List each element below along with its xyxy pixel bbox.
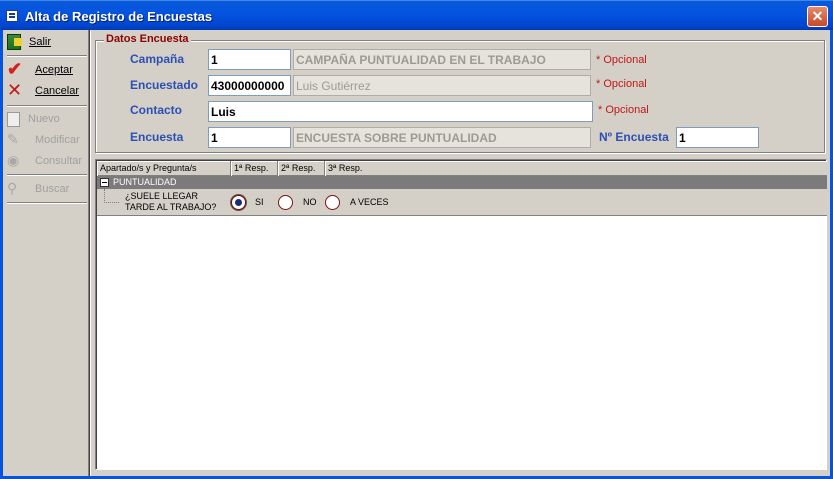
consultar-label: Consultar (35, 155, 83, 167)
question-line-1: ¿SUELE LLEGAR (125, 191, 199, 201)
campana-label: Campaña (130, 52, 185, 66)
questions-grid: Apartado/s y Pregunta/s 1ª Resp. 2ª Resp… (95, 159, 827, 470)
datos-encuesta-group: Datos Encuesta Campaña 1 CAMPAÑA PUNTUAL… (95, 33, 825, 153)
contacto-input[interactable]: Luis (208, 101, 593, 122)
radio-no[interactable] (278, 195, 293, 210)
toolbar-separator (89, 30, 91, 476)
collapse-icon[interactable] (100, 178, 109, 187)
app-icon (6, 10, 18, 22)
window-title: Alta de Registro de Encuestas (25, 9, 213, 24)
campana-code-input[interactable]: 1 (208, 49, 291, 70)
cancelar-button[interactable]: ✕ Cancelar (7, 81, 87, 101)
close-button[interactable]: ✕ (807, 6, 828, 27)
edit-document-icon: ✎ (7, 131, 19, 147)
radio-no-label: NO (303, 197, 317, 207)
nuevo-button[interactable]: Nuevo (7, 109, 87, 129)
buscar-label: Buscar (35, 183, 70, 195)
encuesta-label: Encuesta (130, 130, 184, 144)
toolbar-divider (7, 105, 87, 107)
modificar-label: Modificar (35, 134, 80, 146)
n-encuesta-label: Nº Encuesta (599, 130, 669, 144)
group-title: Datos Encuesta (104, 33, 191, 45)
campana-optional-note: * Opcional (596, 54, 647, 66)
exit-door-icon (7, 34, 22, 50)
new-document-icon (7, 111, 20, 127)
aceptar-button[interactable]: ✔ Aceptar (7, 60, 87, 80)
contacto-optional-note: * Opcional (598, 104, 649, 116)
buscar-button[interactable]: ⚲ Buscar (7, 179, 87, 199)
column-header-resp3[interactable]: 3ª Resp. (325, 161, 827, 176)
question-text: ¿SUELE LLEGAR TARDE AL TRABAJO? (125, 191, 229, 213)
salir-button[interactable]: Salir (7, 32, 87, 52)
view-eye-icon: ◉ (7, 152, 20, 168)
check-icon: ✔ (7, 59, 23, 79)
tree-connector (104, 189, 119, 203)
nuevo-label: Nuevo (28, 113, 60, 125)
cross-icon: ✕ (7, 80, 23, 100)
radio-a-veces[interactable] (325, 195, 340, 210)
campana-description: CAMPAÑA PUNTUALIDAD EN EL TRABAJO (293, 49, 591, 70)
modificar-button[interactable]: ✎ Modificar (7, 130, 87, 150)
toolbar-divider (7, 55, 87, 57)
encuesta-code-input[interactable]: 1 (208, 127, 291, 148)
radio-a-veces-label: A VECES (350, 197, 389, 207)
title-bar: Alta de Registro de Encuestas ✕ (0, 0, 833, 30)
grid-body: Apartado/s y Pregunta/s 1ª Resp. 2ª Resp… (96, 160, 827, 469)
encuestado-label: Encuestado (130, 78, 199, 92)
binoculars-icon: ⚲ (7, 180, 18, 196)
toolbar-divider (7, 174, 87, 176)
aceptar-label: Aceptar (35, 64, 73, 76)
section-label: PUNTUALIDAD (113, 177, 177, 187)
cancelar-label: Cancelar (35, 85, 80, 97)
encuestado-description: Luis Gutiérrez (293, 75, 591, 96)
column-header-pregunta[interactable]: Apartado/s y Pregunta/s (97, 161, 231, 176)
column-header-resp2[interactable]: 2ª Resp. (278, 161, 325, 176)
grid-header: Apartado/s y Pregunta/s 1ª Resp. 2ª Resp… (97, 161, 827, 176)
radio-si-label: SI (255, 197, 264, 207)
consultar-button[interactable]: ◉ Consultar (7, 151, 87, 171)
n-encuesta-input[interactable]: 1 (676, 127, 759, 148)
main-panel: Datos Encuesta Campaña 1 CAMPAÑA PUNTUAL… (92, 30, 828, 476)
toolbar-divider (7, 202, 87, 204)
encuestado-code-input[interactable]: 43000000000 (208, 75, 291, 96)
encuesta-description: ENCUESTA SOBRE PUNTUALIDAD (293, 127, 591, 148)
contacto-label: Contacto (130, 103, 182, 117)
side-toolbar: Salir ✔ Aceptar ✕ Cancelar Nuevo ✎ Modif… (3, 30, 89, 476)
encuestado-optional-note: * Opcional (596, 78, 647, 90)
column-header-resp1[interactable]: 1ª Resp. (231, 161, 278, 176)
question-line-2: TARDE AL TRABAJO? (125, 202, 217, 212)
question-row: ¿SUELE LLEGAR TARDE AL TRABAJO? SI NO A … (97, 189, 827, 216)
salir-label: Salir (29, 36, 52, 48)
section-row-puntualidad[interactable]: PUNTUALIDAD (97, 176, 827, 189)
radio-si[interactable] (231, 195, 246, 210)
